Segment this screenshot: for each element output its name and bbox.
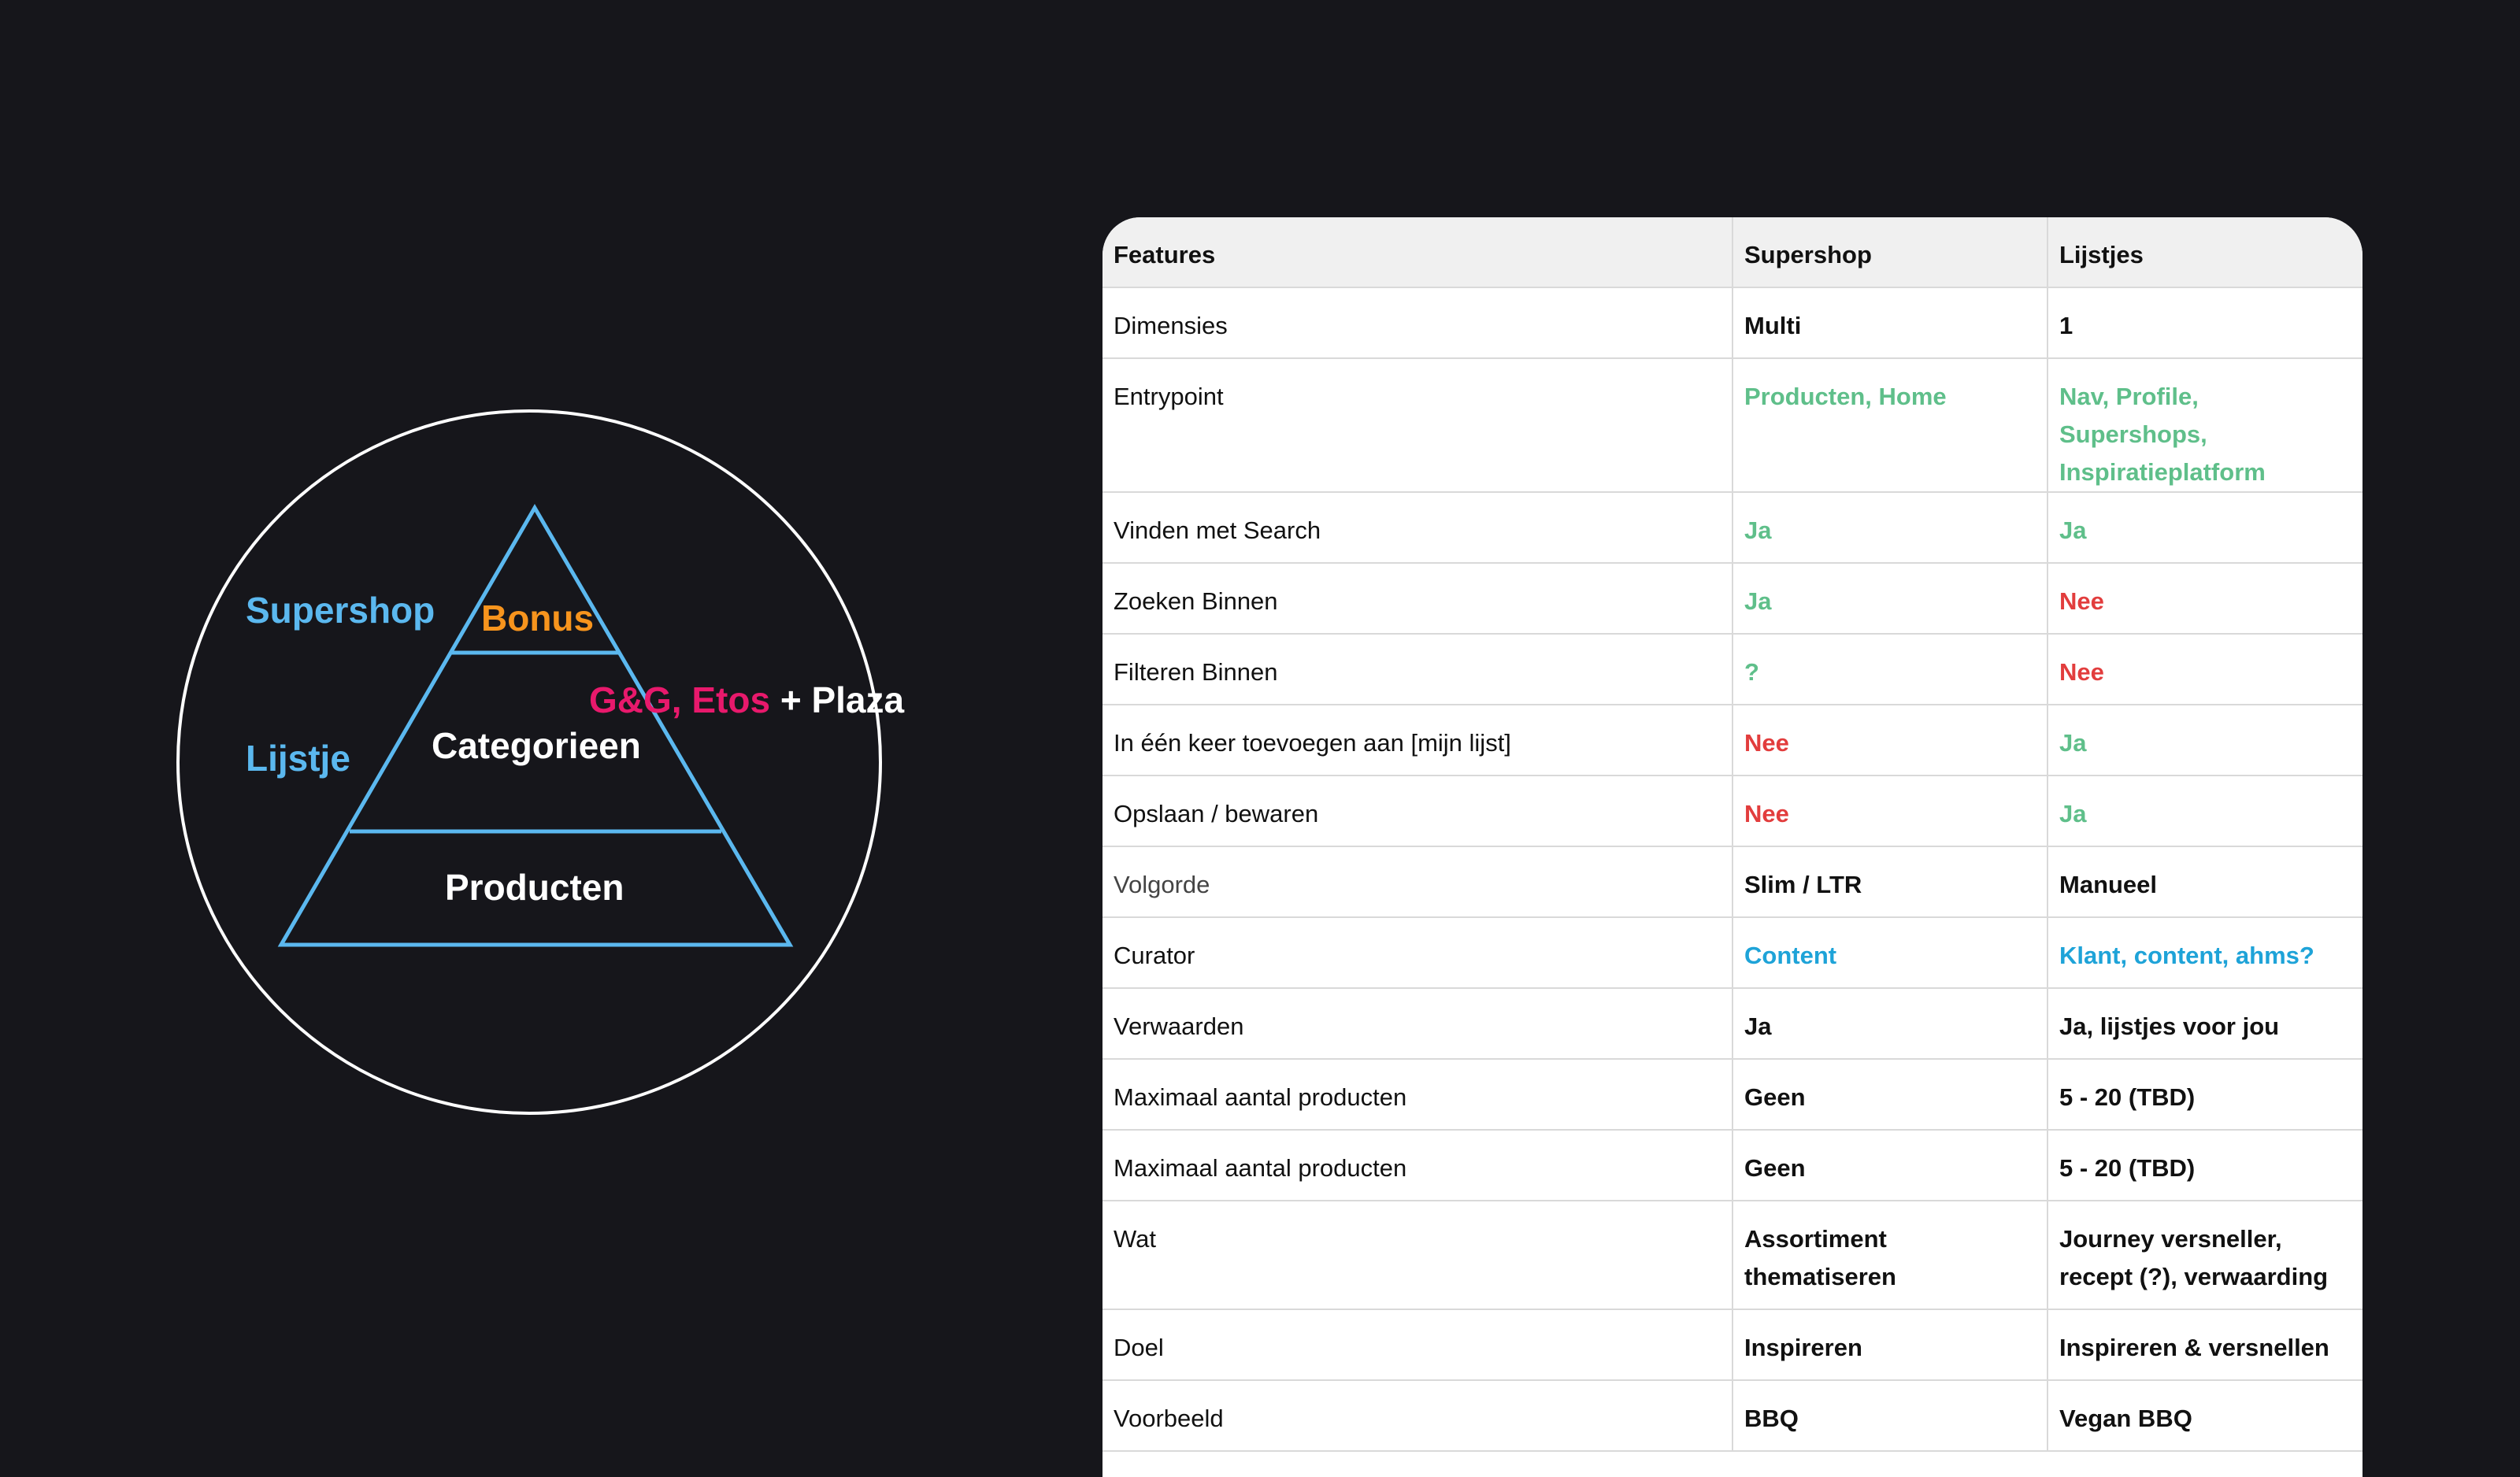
supershop-label: Supershop [246,590,435,631]
table-row: Entrypoint Producten, Home Nav, Profile, S… [1102,358,2362,493]
feature-cell: Entrypoint [1102,358,1733,493]
table-row: Maximaal aantal producten Geen 5 - 20 (TBD… [1102,1059,2362,1131]
feature-cell: Filteren Binnen [1102,634,1733,705]
feature-cell: Wat [1102,1201,1733,1310]
supershop-cell: Inspireren [1732,1309,2048,1381]
feature-cell: Doel [1102,1309,1733,1381]
feature-cell: Volgorde [1102,846,1733,918]
feature-cell: Dimensies [1102,287,1733,359]
header-features: Features [1102,217,1733,288]
supershop-cell: Assortiment thematiseren [1732,1201,2048,1310]
supershop-cell: Geen [1732,1130,2048,1201]
table-row: In één keer toevoegen aan [mijn lijst] Ne… [1102,705,2362,776]
supershop-cell: Geen [1732,1059,2048,1131]
producten-label: Producten [445,867,624,908]
categorieen-label: Categorieen [432,725,641,766]
lijstjes-cell: 1 [2048,287,2362,359]
lijstjes-cell: Nee [2048,563,2362,635]
table-row: Doel Inspireren Inspireren & versnellen [1102,1309,2362,1381]
table-row: Filteren Binnen? Nee [1102,634,2362,705]
feature-cell: Voorbeeld [1102,1380,1733,1452]
lijstjes-cell: Klant, content, ahms? [2048,917,2362,989]
pyramid-diagram: Supershop Lijstje Bonus Categorieen Prod… [0,0,945,1417]
lijstjes-cell: 5 - 20 (TBD) [2048,1059,2362,1131]
table-row: Dimensies Multi 1 [1102,287,2362,359]
plaza-text: + Plaza [780,679,905,720]
table-row: Maximaal aantal producten Geen 5 - 20 (TBD… [1102,1130,2362,1201]
supershop-cell: ? [1732,634,2048,705]
table-row: Opslaan / bewaren Nee Ja [1102,776,2362,847]
supershop-cell: BBQ [1732,1380,2048,1452]
lijstje-label: Lijstje [246,738,350,779]
feature-cell: In één keer toevoegen aan [mijn lijst] [1102,705,1733,776]
table-row: Wat Assortiment thematiseren Journey versn… [1102,1201,2362,1310]
lijstjes-cell: 5 - 20 (TBD) [2048,1130,2362,1201]
supershop-cell: Nee [1732,705,2048,776]
feature-comparison-table: Features Supershop Lijstjes Dimensies Mul… [1102,217,2362,1452]
lijstjes-cell: Nav, Profile, Supershops, Inspiratieplat… [2048,358,2362,493]
table-row: Volgorde Slim / LTR Manueel [1102,846,2362,918]
feature-cell: Maximaal aantal producten [1102,1130,1733,1201]
lijstjes-cell: Vegan BBQ [2048,1380,2362,1452]
header-supershop: Supershop [1732,217,2048,288]
supershop-cell: Multi [1732,287,2048,359]
feature-cell: Maximaal aantal producten [1102,1059,1733,1131]
bonus-label: Bonus [481,598,595,639]
header-lijstjes: Lijstjes [2048,217,2362,288]
supershop-cell: Slim / LTR [1732,846,2048,918]
supershop-cell: Content [1732,917,2048,989]
lijstjes-cell: Ja, lijstjes voor jou [2048,988,2362,1060]
lijstjes-cell: Nee [2048,634,2362,705]
lijstjes-cell: Manueel [2048,846,2362,918]
supershop-cell: Ja [1732,563,2048,635]
feature-cell: Verwaarden [1102,988,1733,1060]
table-header-row: Features Supershop Lijstjes [1102,217,2362,288]
table-row: Zoeken Binnen Ja Nee [1102,563,2362,635]
lijstjes-cell: Ja [2048,776,2362,847]
lijstjes-cell: Inspireren & versnellen [2048,1309,2362,1381]
feature-cell: Zoeken Binnen [1102,563,1733,635]
table-body: Dimensies Multi 1 Entrypoint Producten, Home… [1102,287,2362,1452]
table-row: Curator Content Klant, content, ahms? [1102,917,2362,989]
table-row: Vinden met Search Ja Ja [1102,492,2362,564]
brands-label: G&G, Etos + Plaza [589,682,904,718]
feature-cell: Vinden met Search [1102,492,1733,564]
table-row: Voorbeeld BBQ Vegan BBQ [1102,1380,2362,1452]
supershop-cell: Ja [1732,988,2048,1060]
lijstjes-cell: Ja [2048,492,2362,564]
brands-text: G&G, Etos [589,679,771,720]
feature-cell: Opslaan / bewaren [1102,776,1733,847]
feature-comparison-card: Features Supershop Lijstjes Dimensies Mul… [1102,217,2362,1477]
lijstjes-cell: Journey versneller, recept (?), verwaard… [2048,1201,2362,1310]
supershop-cell: Producten, Home [1732,358,2048,493]
table-row: Verwaarden Ja Ja, lijstjes voor jou [1102,988,2362,1060]
feature-cell: Curator [1102,917,1733,989]
supershop-cell: Ja [1732,492,2048,564]
lijstjes-cell: Ja [2048,705,2362,776]
supershop-cell: Nee [1732,776,2048,847]
